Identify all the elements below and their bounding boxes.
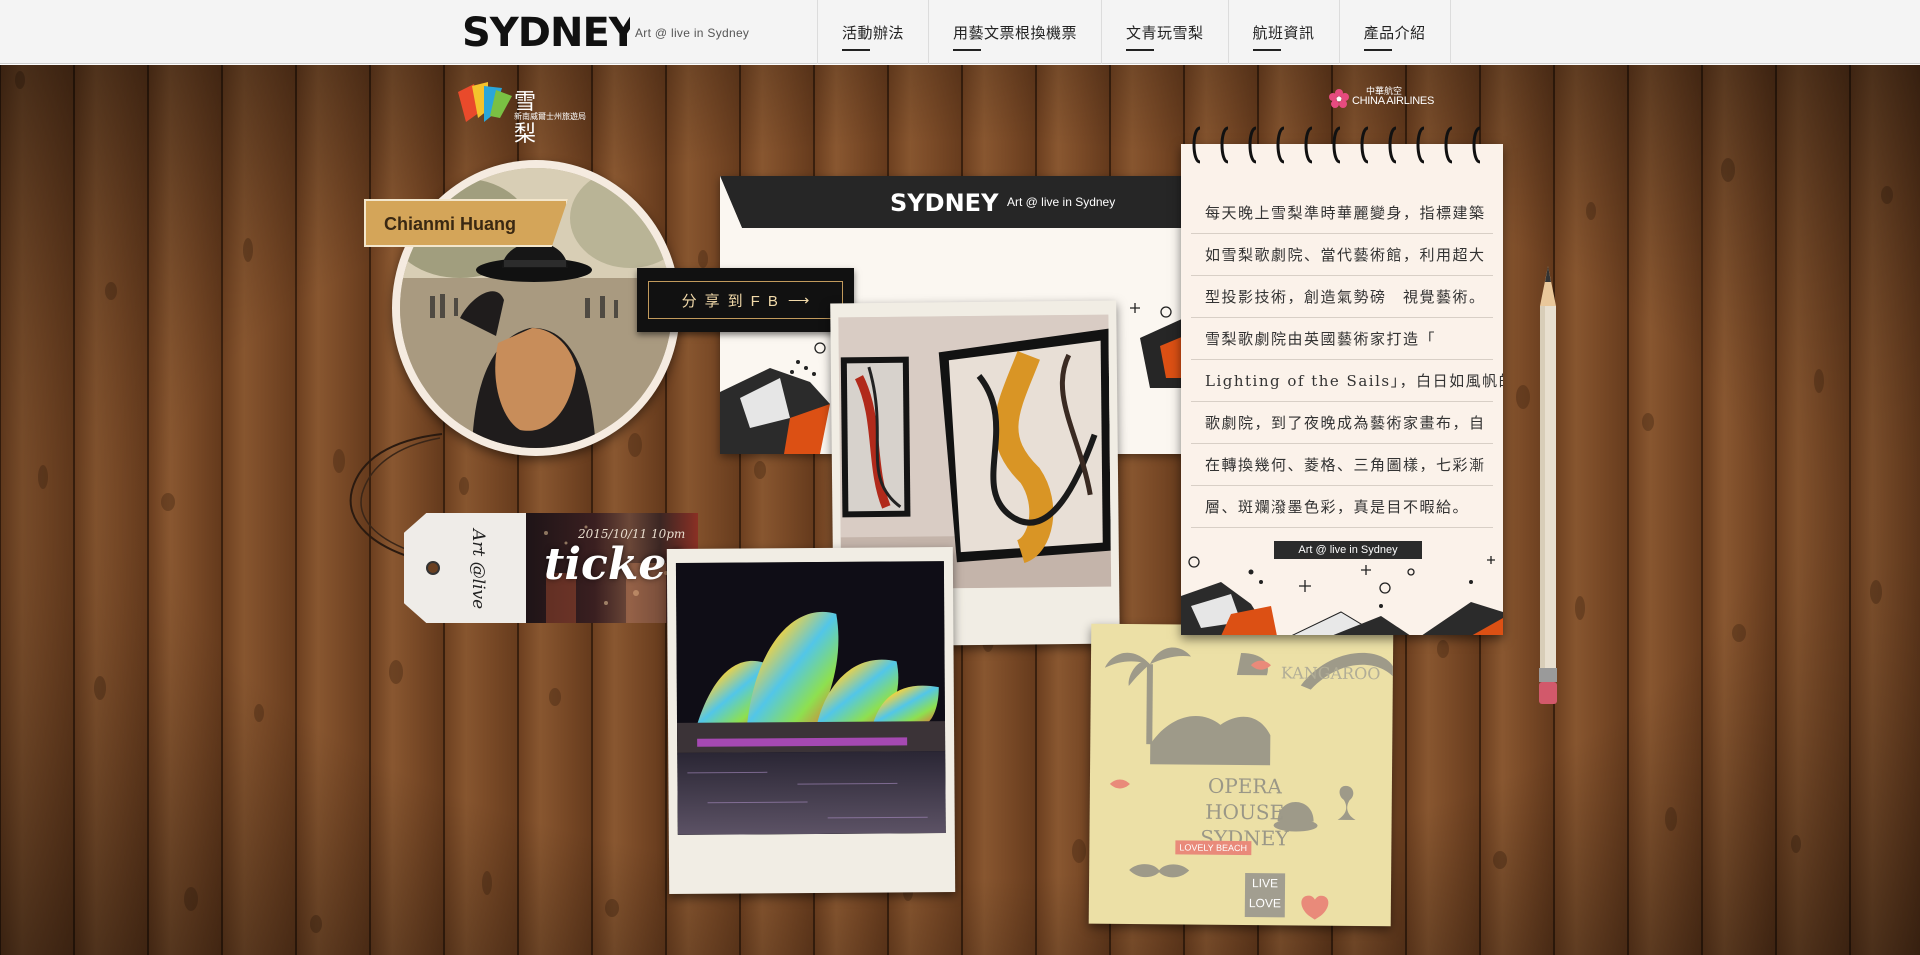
- opera-house-polaroid[interactable]: [666, 547, 956, 894]
- notebook-line: 每天晚上雪梨準時華麗變身，指標建築: [1191, 192, 1493, 234]
- main-nav: 活動辦法 用藝文票根換機票 文青玩雪梨 航班資訊 產品介紹: [817, 0, 1451, 64]
- poster-beach-badge: LOVELY BEACH: [1175, 840, 1252, 856]
- notebook-line: Lighting of the Sails」，白日如風帆的: [1191, 360, 1503, 402]
- plum-blossom-icon: [1329, 89, 1349, 108]
- ticket-word: ticket: [544, 539, 687, 590]
- nav-item-ticket-exchange[interactable]: 用藝文票根換機票: [929, 0, 1103, 64]
- share-fb-label: 分享到FB: [681, 292, 786, 310]
- card-logo: SYDNEY: [890, 189, 999, 217]
- nav-label: 文青玩雪梨: [1126, 23, 1204, 42]
- profile-name: Chianmi Huang: [384, 214, 517, 234]
- poster-live-love: LIVE LOVE: [1244, 873, 1286, 918]
- sydney-logo[interactable]: SYDNEY: [460, 8, 640, 59]
- notebook-line: 型投影技術，創造氣勢磅 視覺藝術。: [1191, 276, 1493, 318]
- nav-label: 用藝文票根換機票: [953, 23, 1078, 42]
- opera-house-photo: [675, 561, 946, 835]
- notebook-line: 在轉換幾何、菱格、三角圖樣，七彩漸: [1191, 444, 1493, 486]
- ticket-card[interactable]: Art @live 2015/10/11 10pm ticket: [404, 513, 698, 623]
- nav-label: 產品介紹: [1363, 23, 1426, 42]
- airline-name-en: CHINA AIRLINES: [1352, 95, 1434, 107]
- poster-kangaroo-text: KANGAROO: [1280, 663, 1381, 684]
- nav-label: 航班資訊: [1252, 23, 1315, 42]
- nav-item-flight-info[interactable]: 航班資訊: [1229, 0, 1340, 64]
- profile-name-tag: Chianmi Huang: [364, 199, 568, 247]
- top-header: SYDNEY Art @ live in Sydney 活動辦法 用藝文票根換機…: [0, 0, 1920, 64]
- ticket-tag-text: Art @live: [468, 529, 488, 610]
- notebook-spiral: [1192, 126, 1481, 164]
- vivid-subtitle: 新南威爾士州旅遊局: [514, 112, 586, 121]
- ticket-hole: [426, 561, 440, 575]
- share-fb-button[interactable]: 分享到FB ⟶: [637, 268, 854, 332]
- notebook-pattern: [1181, 556, 1503, 635]
- notebook-text: 每天晚上雪梨準時華麗變身，指標建築 如雪梨歌劇院、當代藝術館，利用超大 型投影技…: [1191, 192, 1503, 528]
- nav-label: 活動辦法: [842, 23, 905, 42]
- notebook-line: 雪梨歌劇院由英國藝術家打造「: [1191, 318, 1493, 360]
- nav-item-activity-rules[interactable]: 活動辦法: [818, 0, 930, 64]
- notebook-card: 每天晚上雪梨準時華麗變身，指標建築 如雪梨歌劇院、當代藝術館，利用超大 型投影技…: [1181, 144, 1503, 635]
- notebook-line: 層、斑斕潑墨色彩，真是目不暇給。: [1191, 486, 1493, 528]
- nav-item-products[interactable]: 產品介紹: [1340, 0, 1451, 64]
- pencil-icon: [1539, 266, 1557, 704]
- svg-text:SYDNEY: SYDNEY: [462, 10, 630, 54]
- nav-item-explore-sydney[interactable]: 文青玩雪梨: [1102, 0, 1229, 64]
- arrow-right-icon: ⟶: [787, 292, 810, 309]
- ticket-stub: Art @live: [404, 513, 528, 623]
- notebook-line: 如雪梨歌劇院、當代藝術館，利用超大: [1191, 234, 1493, 276]
- share-fb-frame: 分享到FB ⟶: [648, 281, 843, 319]
- sydney-poster: KANGAROO OPERA HOUSE SYDNEY LOVELY BEACH…: [1088, 623, 1394, 927]
- notebook-line: 歌劇院，到了夜晚成為藝術家畫布，自: [1191, 402, 1493, 444]
- header-tagline: Art @ live in Sydney: [635, 26, 750, 40]
- vivid-sydney-logo: 雪梨 新南威爾士州旅遊局: [458, 82, 586, 147]
- card-tagline: Art @ live in Sydney: [1007, 195, 1116, 209]
